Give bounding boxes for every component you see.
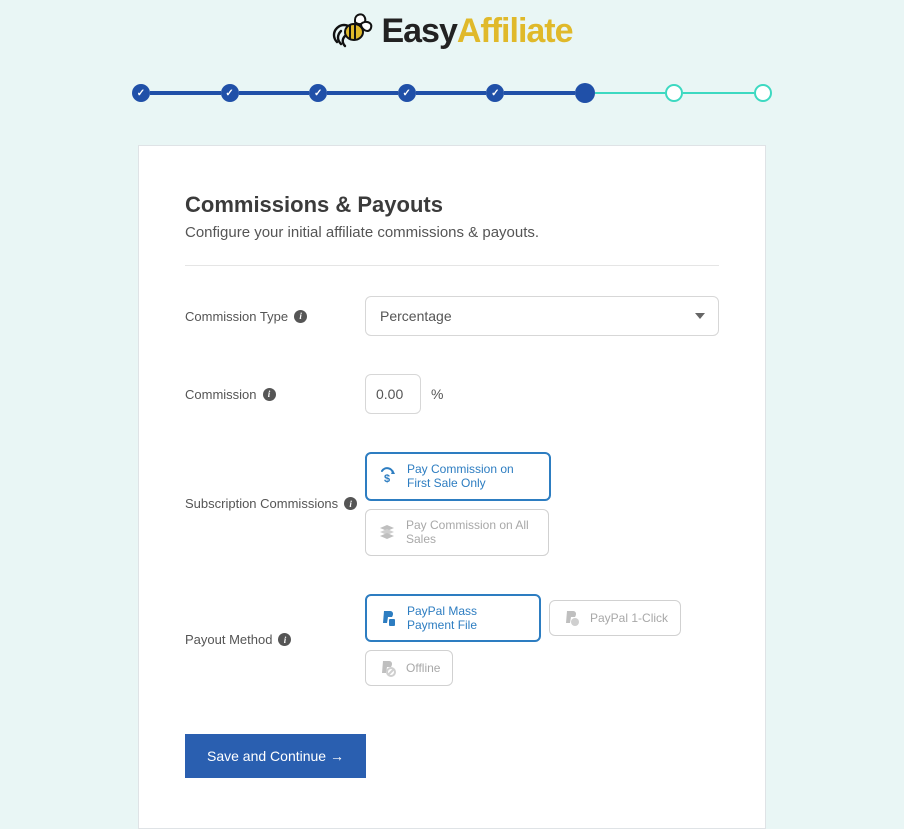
paypal-offline-icon: [378, 659, 396, 677]
commission-type-select-wrap[interactable]: Percentage: [365, 296, 719, 336]
commission-type-select[interactable]: Percentage: [365, 296, 719, 336]
logo: EasyAffiliate: [331, 10, 572, 53]
page-subtitle: Configure your initial affiliate commiss…: [185, 224, 719, 241]
step-2: [221, 84, 239, 102]
divider: [185, 265, 719, 266]
label-subscription-commissions: Subscription Commissions i: [185, 496, 365, 511]
commission-input[interactable]: [365, 374, 421, 414]
option-label: PayPal 1-Click: [590, 611, 668, 625]
row-subscription-commissions: Subscription Commissions i $ Pay Commiss…: [185, 452, 719, 556]
info-icon[interactable]: i: [294, 310, 307, 323]
info-icon[interactable]: i: [263, 388, 276, 401]
option-label: Pay Commission on All Sales: [406, 518, 536, 547]
row-commission-type: Commission Type i Percentage: [185, 296, 719, 336]
option-paypal-mass-file[interactable]: PayPal Mass Payment File: [365, 594, 541, 643]
stack-icon: [378, 523, 396, 541]
label-text: Commission: [185, 387, 257, 402]
row-commission: Commission i %: [185, 374, 719, 414]
label-text: Subscription Commissions: [185, 496, 338, 511]
option-paypal-1click[interactable]: PayPal 1-Click: [549, 600, 681, 636]
bee-icon: [331, 10, 375, 53]
step-segment: [239, 91, 310, 95]
step-segment: [150, 91, 221, 95]
option-first-sale-only[interactable]: $ Pay Commission on First Sale Only: [365, 452, 551, 501]
step-6-current: [575, 83, 595, 103]
step-segment: [327, 91, 398, 95]
step-5: [486, 84, 504, 102]
option-label: PayPal Mass Payment File: [407, 604, 527, 633]
step-4: [398, 84, 416, 102]
save-and-continue-button[interactable]: Save and Continue →: [185, 734, 366, 778]
option-label: Pay Commission on First Sale Only: [407, 462, 537, 491]
option-offline[interactable]: Offline: [365, 650, 453, 686]
label-commission-type: Commission Type i: [185, 309, 365, 324]
logo-text-affiliate: Affiliate: [457, 12, 573, 50]
step-3: [309, 84, 327, 102]
row-payout-method: Payout Method i PayPal Mass Payment File: [185, 594, 719, 687]
page-title: Commissions & Payouts: [185, 192, 719, 218]
dollar-cycle-icon: $: [379, 467, 397, 485]
step-segment: [595, 92, 666, 94]
logo-text: EasyAffiliate: [381, 12, 572, 51]
info-icon[interactable]: i: [344, 497, 357, 510]
step-segment: [416, 91, 487, 95]
label-payout-method: Payout Method i: [185, 632, 365, 647]
progress-stepper: [132, 83, 772, 103]
step-8: [754, 84, 772, 102]
label-commission: Commission i: [185, 387, 365, 402]
step-segment: [504, 91, 575, 95]
step-1: [132, 84, 150, 102]
logo-text-easy: Easy: [381, 12, 456, 50]
settings-card: Commissions & Payouts Configure your ini…: [138, 145, 766, 829]
paypal-icon: [379, 609, 397, 627]
option-all-sales[interactable]: Pay Commission on All Sales: [365, 509, 549, 556]
svg-text:$: $: [384, 473, 390, 485]
paypal-icon: [562, 609, 580, 627]
step-segment: [683, 92, 754, 94]
label-text: Commission Type: [185, 309, 288, 324]
commission-unit: %: [431, 386, 443, 402]
step-7: [665, 84, 683, 102]
label-text: Payout Method: [185, 632, 272, 647]
option-label: Offline: [406, 661, 440, 675]
info-icon[interactable]: i: [278, 633, 291, 646]
